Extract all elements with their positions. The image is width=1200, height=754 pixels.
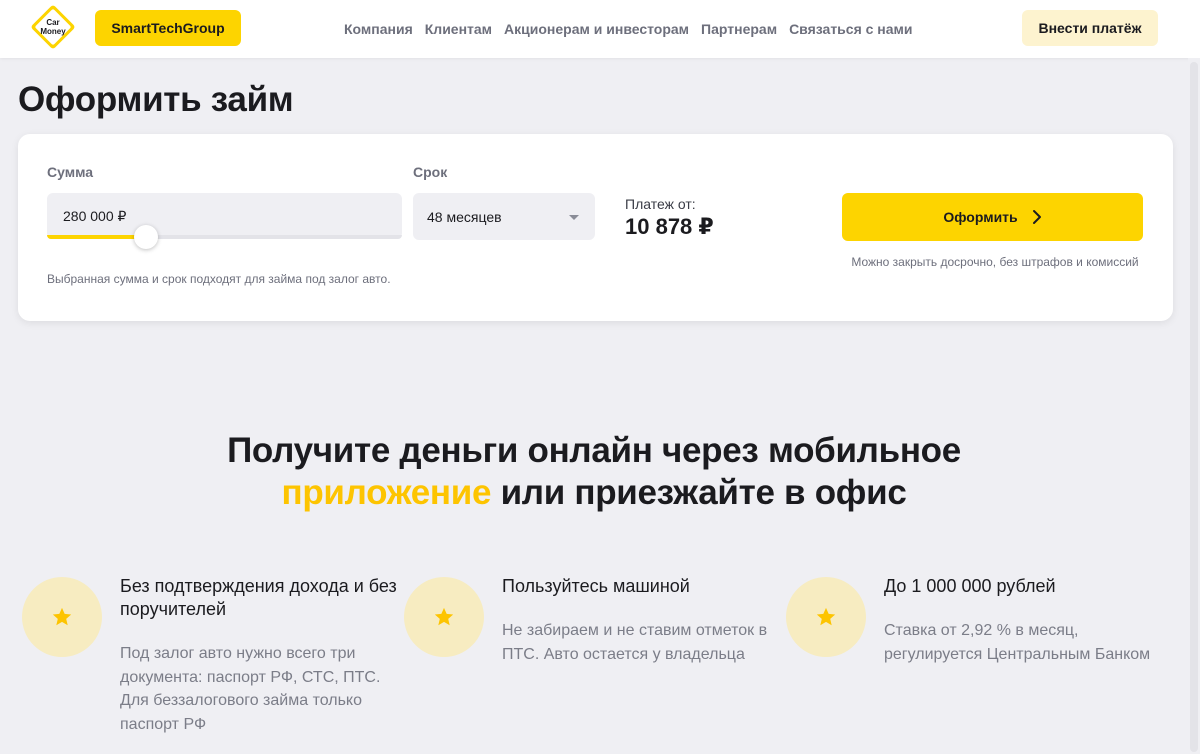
payment-value: 10 878 ₽ (625, 214, 714, 239)
star-icon (434, 607, 454, 626)
feature-desc: Ставка от 2,92 % в месяц, регулируется Ц… (884, 622, 1151, 663)
nav-partners[interactable]: Партнерам (701, 21, 777, 37)
feature-title: До 1 000 000 рублей (884, 576, 1056, 596)
svg-text:Money: Money (40, 27, 66, 36)
feature-title: Без подтверждения дохода и без поручител… (120, 576, 397, 619)
feature-icon-circle (786, 577, 866, 657)
sum-field[interactable] (47, 193, 402, 239)
nav-investors[interactable]: Акционерам и инвесторам (504, 21, 689, 37)
star-icon (816, 607, 836, 626)
chevron-right-icon (1032, 210, 1041, 224)
term-value: 48 месяцев (427, 208, 502, 225)
feature-desc: Под залог авто нужно всего три документа… (120, 645, 381, 733)
feature-title: Пользуйтесь машиной (502, 576, 690, 596)
sum-input[interactable] (47, 193, 402, 239)
nav-company[interactable]: Компания (344, 21, 413, 37)
feature-icon-circle (22, 577, 102, 657)
caret-down-icon (569, 215, 579, 220)
nav-contact[interactable]: Связаться с нами (789, 21, 912, 37)
scrollbar-thumb[interactable] (1190, 62, 1198, 752)
sum-slider[interactable] (47, 225, 402, 249)
promo-headline: Получите деньги онлайн через мобильное п… (0, 430, 1188, 514)
loan-calculator-card: Сумма Срок 48 месяцев Платеж от: 10 878 … (18, 134, 1173, 321)
make-payment-button[interactable]: Внести платёж (1022, 10, 1158, 46)
payment-label: Платеж от: (625, 196, 696, 212)
headline-line2: или приезжайте в офис (491, 473, 907, 512)
apply-button-label: Оформить (943, 209, 1018, 225)
headline-app-link[interactable]: приложение (281, 473, 491, 512)
nav-clients[interactable]: Клиентам (425, 21, 492, 37)
page-title: Оформить займ (18, 80, 294, 119)
sum-label: Сумма (47, 164, 94, 180)
star-icon (52, 607, 72, 626)
apply-button[interactable]: Оформить (842, 193, 1143, 241)
smarttechgroup-button[interactable]: SmartTechGroup (95, 10, 241, 46)
headline-line1: Получите деньги онлайн через мобильное (227, 431, 961, 470)
term-select[interactable]: 48 месяцев (413, 193, 595, 240)
early-repayment-note: Можно закрыть досрочно, без штрафов и ко… (851, 255, 1139, 269)
sum-slider-handle[interactable] (134, 225, 159, 249)
calculator-hint: Выбранная сумма и срок подходят для займ… (47, 272, 391, 286)
logo-icon: Car Money (31, 5, 75, 49)
carmoney-logo[interactable]: Car Money (30, 4, 76, 50)
sum-slider-fill (47, 235, 147, 239)
feature-desc: Не забираем и не ставим отметок в ПТС. А… (502, 622, 768, 663)
feature-icon-circle (404, 577, 484, 657)
term-label: Срок (413, 164, 448, 180)
site-header: Car Money SmartTechGroup Компания Клиент… (0, 0, 1200, 58)
svg-text:Car: Car (46, 18, 59, 27)
main-nav: Компания Клиентам Акционерам и инвестора… (344, 0, 913, 58)
